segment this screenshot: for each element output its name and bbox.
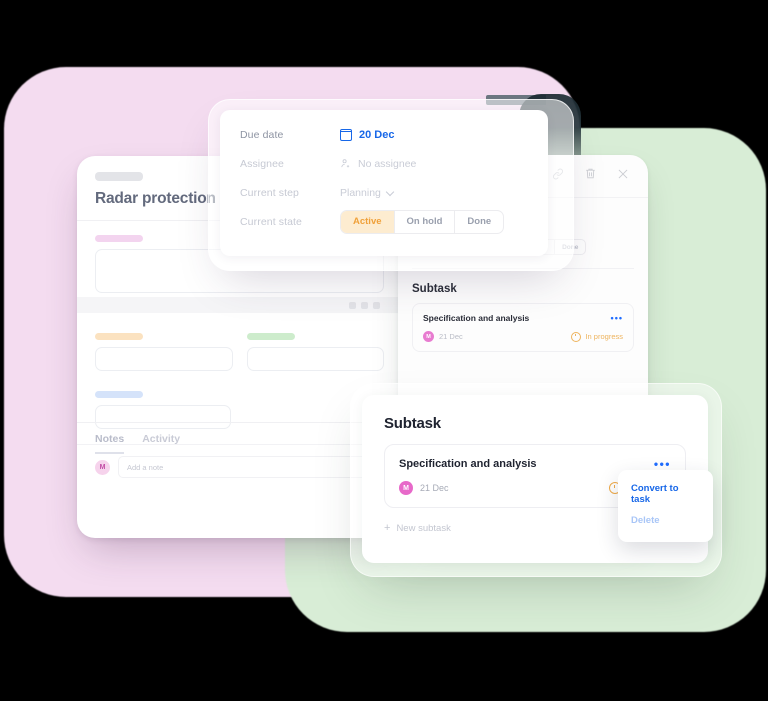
avatar: M bbox=[399, 481, 413, 495]
strip-dot-icon bbox=[373, 301, 380, 309]
avatar: M bbox=[95, 459, 110, 475]
assignee-text: No assignee bbox=[358, 157, 417, 170]
state-option-on-hold[interactable]: On hold bbox=[395, 210, 456, 233]
new-subtask-label: New subtask bbox=[396, 522, 451, 534]
illustration-stage: Radar protection Notes Activity M Add a … bbox=[0, 0, 768, 701]
due-date-value[interactable]: 20 Dec bbox=[339, 128, 395, 141]
panel-subtask-date: 21 Dec bbox=[439, 332, 463, 341]
state-segmented-control: Active On hold Done bbox=[340, 209, 505, 234]
trash-icon[interactable] bbox=[584, 167, 597, 185]
breadcrumb-placeholder bbox=[95, 172, 143, 181]
current-step-text: Planning bbox=[340, 186, 381, 199]
panel-subtask-title: Specification and analysis bbox=[423, 313, 530, 323]
panel-subtask-status: In progress bbox=[571, 331, 623, 342]
panel-subtask-assignee: M 21 Dec bbox=[423, 331, 463, 342]
assignee-value[interactable]: No assignee bbox=[340, 158, 416, 170]
menu-item-convert-to-task[interactable]: Convert to task bbox=[618, 478, 713, 510]
field-input-2[interactable] bbox=[95, 347, 233, 371]
current-step-value[interactable]: Planning bbox=[340, 186, 395, 199]
subtask-title-row: Specification and analysis ••• bbox=[399, 457, 671, 471]
subtask-assignee: M 21 Dec bbox=[399, 481, 449, 495]
subtask-context-menu: Convert to task Delete bbox=[618, 470, 713, 542]
ellipsis-icon[interactable]: ••• bbox=[611, 313, 623, 323]
subtask-title: Specification and analysis bbox=[399, 458, 537, 470]
details-popover: Due date 20 Dec Assignee No assignee Cur… bbox=[220, 110, 548, 256]
avatar: M bbox=[423, 331, 434, 342]
calendar-icon bbox=[339, 128, 353, 141]
subtask-heading: Subtask bbox=[384, 415, 441, 432]
panel-subtask-title-row: Specification and analysis ••• bbox=[423, 313, 623, 323]
field-input-3[interactable] bbox=[246, 347, 384, 371]
state-option-active[interactable]: Active bbox=[341, 210, 395, 233]
state-option-done[interactable]: Done bbox=[455, 211, 503, 233]
popover-label-current-state: Current state bbox=[240, 215, 302, 228]
due-date-text: 20 Dec bbox=[359, 128, 395, 141]
panel-subtask-meta: M 21 Dec In progress bbox=[423, 331, 623, 342]
popover-row-current-state: Current state Active On hold Done bbox=[220, 207, 548, 236]
field-label-placeholder-2 bbox=[95, 333, 143, 340]
popover-label-assignee: Assignee bbox=[240, 157, 284, 170]
popover-label-current-step: Current step bbox=[240, 186, 299, 199]
strip-dot-icon bbox=[349, 301, 356, 309]
field-row-2 bbox=[95, 333, 384, 371]
strip-dot-icon bbox=[361, 301, 368, 309]
clock-icon bbox=[571, 331, 582, 342]
popover-row-due-date: Due date 20 Dec bbox=[220, 120, 548, 149]
status-badge: In progress bbox=[585, 332, 623, 341]
chevron-down-icon bbox=[385, 187, 395, 196]
field-label-placeholder-1 bbox=[95, 235, 143, 242]
menu-item-delete[interactable]: Delete bbox=[618, 510, 713, 531]
plus-icon: + bbox=[384, 522, 391, 534]
subtask-date: 21 Dec bbox=[420, 483, 449, 493]
ellipsis-icon[interactable]: ••• bbox=[654, 457, 671, 471]
popover-row-current-step: Current step Planning bbox=[220, 178, 548, 207]
field-label-placeholder-4 bbox=[95, 391, 143, 398]
panel-subtask-item[interactable]: Specification and analysis ••• M 21 Dec … bbox=[412, 303, 634, 352]
panel-subtask-heading: Subtask bbox=[412, 283, 457, 295]
field-toolbar-strip bbox=[77, 297, 402, 313]
popover-label-due-date: Due date bbox=[240, 128, 284, 141]
field-label-placeholder-3 bbox=[246, 333, 295, 340]
close-icon[interactable] bbox=[616, 167, 630, 186]
person-add-icon bbox=[341, 159, 350, 168]
popover-row-assignee: Assignee No assignee bbox=[220, 149, 548, 178]
